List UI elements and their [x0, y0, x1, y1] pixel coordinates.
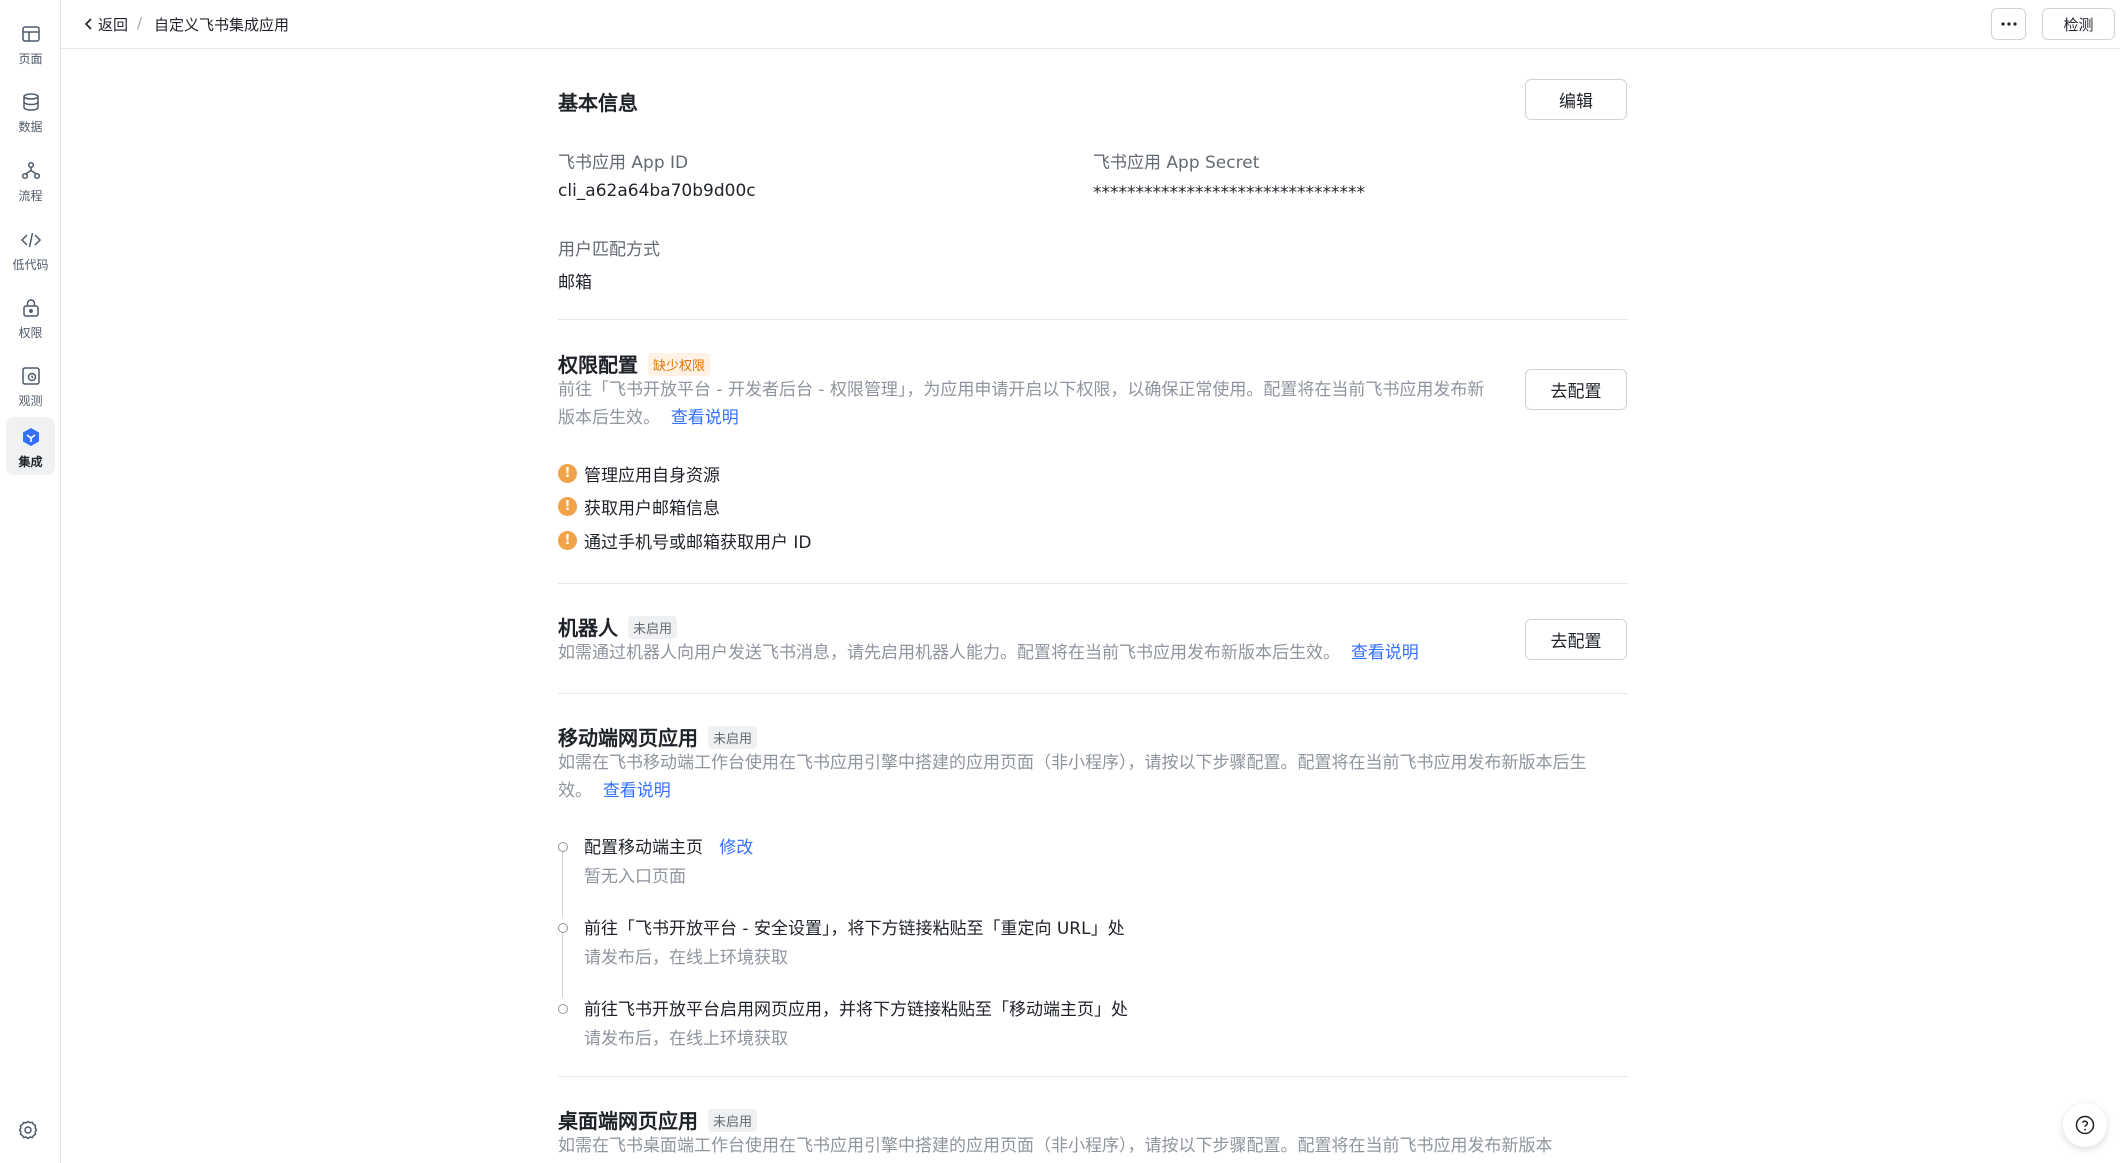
permission-doc-link[interactable]: 查看说明	[671, 408, 739, 428]
desktop-title-text: 桌面端网页应用	[558, 1109, 698, 1133]
monitor-icon	[21, 367, 40, 385]
sidebar-item-lowcode[interactable]: 低代码	[6, 220, 55, 278]
permission-configure-button[interactable]: 去配置	[1525, 369, 1627, 410]
step-connector	[562, 933, 563, 998]
database-icon	[22, 93, 39, 111]
back-button[interactable]: 返回	[83, 14, 128, 34]
more-icon	[2000, 22, 2017, 26]
permission-item-label: 通过手机号或邮箱获取用户 ID	[584, 532, 812, 553]
sidebar-item-permissions[interactable]: 权限	[6, 288, 55, 346]
divider	[558, 583, 1628, 584]
user-match-value: 邮箱	[558, 273, 592, 293]
step-dot	[558, 842, 568, 852]
top-header: 返回 / 自定义飞书集成应用 检测	[61, 0, 2120, 49]
permission-item: ! 获取用户邮箱信息	[558, 494, 720, 519]
step-connector	[562, 852, 563, 917]
breadcrumb-separator: /	[137, 14, 143, 32]
warning-icon: !	[558, 463, 577, 483]
robot-doc-link[interactable]: 查看说明	[1351, 643, 1419, 663]
mobile-description: 如需在飞书移动端工作台使用在飞书应用引擎中搭建的应用页面（非小程序），请按以下步…	[558, 749, 1628, 805]
mobile-description-text: 如需在飞书移动端工作台使用在飞书应用引擎中搭建的应用页面（非小程序），请按以下步…	[558, 753, 1587, 801]
breadcrumb-current: 自定义飞书集成应用	[154, 16, 290, 34]
step-title-text: 配置移动端主页	[584, 838, 703, 858]
integration-icon	[22, 428, 39, 446]
sidebar-item-label: 页面	[18, 52, 43, 66]
app-secret-label: 飞书应用 App Secret	[1093, 153, 1260, 173]
lock-icon	[22, 299, 39, 317]
sidebar-item-monitor[interactable]: 观测	[6, 356, 55, 414]
permission-description: 前往「飞书开放平台 - 开发者后台 - 权限管理」，为应用申请开启以下权限，以确…	[558, 376, 1498, 432]
warning-icon: !	[558, 496, 577, 516]
mobile-title-text: 移动端网页应用	[558, 726, 698, 750]
settings-button[interactable]	[14, 1116, 42, 1144]
step-title: 前往「飞书开放平台 - 安全设置」，将下方链接粘贴至「重定向 URL」处	[584, 919, 1125, 939]
divider	[558, 319, 1628, 320]
sidebar-item-label: 数据	[18, 120, 43, 134]
warning-icon: !	[558, 530, 577, 550]
sidebar-item-label: 低代码	[12, 258, 49, 272]
robot-description-text: 如需通过机器人向用户发送飞书消息，请先启用机器人能力。配置将在当前飞书应用发布新…	[558, 643, 1340, 663]
status-badge: 未启用	[708, 1109, 758, 1132]
step-dot	[558, 923, 568, 933]
app-id-label: 飞书应用 App ID	[558, 153, 689, 173]
step-subtitle: 请发布后，在线上环境获取	[584, 948, 788, 968]
step-subtitle: 暂无入口页面	[584, 867, 686, 887]
basic-info-title: 基本信息	[558, 91, 638, 115]
sidebar-item-label: 流程	[18, 189, 43, 203]
permission-item: ! 通过手机号或邮箱获取用户 ID	[558, 528, 812, 553]
sidebar-item-label: 观测	[18, 394, 43, 408]
more-button[interactable]	[1991, 8, 2026, 40]
app-secret-value: ********************************	[1093, 183, 1365, 203]
step-title: 配置移动端主页 修改	[584, 833, 753, 858]
code-icon	[20, 232, 41, 248]
edit-homepage-link[interactable]: 修改	[719, 838, 753, 858]
app-id-value: cli_a62a64ba70b9d00c	[558, 181, 756, 201]
permission-item: ! 管理应用自身资源	[558, 461, 720, 486]
desktop-title: 桌面端网页应用 未启用	[558, 1105, 758, 1134]
permission-title-text: 权限配置	[558, 353, 638, 377]
sidebar-item-integration[interactable]: 集成	[6, 417, 55, 475]
check-button[interactable]: 检测	[2042, 8, 2115, 40]
sidebar-item-data[interactable]: 数据	[6, 82, 55, 140]
sidebar-item-label: 集成	[18, 455, 43, 469]
chevron-left-icon	[84, 18, 92, 30]
sidebar: 页面 数据 流程 低代码 权限 观测 集成	[0, 0, 61, 1163]
robot-configure-button[interactable]: 去配置	[1525, 619, 1627, 660]
sidebar-item-label: 权限	[18, 326, 43, 340]
gear-icon	[18, 1120, 38, 1140]
flow-icon	[21, 161, 40, 180]
mobile-title: 移动端网页应用 未启用	[558, 722, 758, 751]
user-match-label: 用户匹配方式	[558, 240, 660, 260]
help-icon	[2075, 1115, 2095, 1135]
permission-item-label: 管理应用自身资源	[584, 465, 720, 486]
permission-title: 权限配置 缺少权限	[558, 349, 711, 378]
sidebar-item-flow[interactable]: 流程	[6, 151, 55, 209]
robot-title-text: 机器人	[558, 616, 618, 640]
permission-item-label: 获取用户邮箱信息	[584, 498, 720, 519]
back-label: 返回	[98, 15, 129, 34]
divider	[558, 693, 1628, 694]
step-title: 前往飞书开放平台启用网页应用，并将下方链接粘贴至「移动端主页」处	[584, 1000, 1128, 1020]
edit-button[interactable]: 编辑	[1525, 79, 1627, 120]
help-button[interactable]	[2063, 1103, 2107, 1147]
layout-icon	[21, 26, 40, 42]
mobile-doc-link[interactable]: 查看说明	[603, 781, 671, 801]
status-badge: 缺少权限	[648, 353, 711, 376]
status-badge: 未启用	[628, 616, 678, 639]
robot-title: 机器人 未启用	[558, 612, 678, 641]
robot-description: 如需通过机器人向用户发送飞书消息，请先启用机器人能力。配置将在当前飞书应用发布新…	[558, 639, 1419, 667]
step-dot	[558, 1004, 568, 1014]
step-subtitle: 请发布后，在线上环境获取	[584, 1029, 788, 1049]
status-badge: 未启用	[708, 726, 758, 749]
sidebar-item-pages[interactable]: 页面	[6, 14, 55, 72]
desktop-description: 如需在飞书桌面端工作台使用在飞书应用引擎中搭建的应用页面（非小程序），请按以下步…	[558, 1136, 1553, 1156]
divider	[558, 1076, 1628, 1077]
